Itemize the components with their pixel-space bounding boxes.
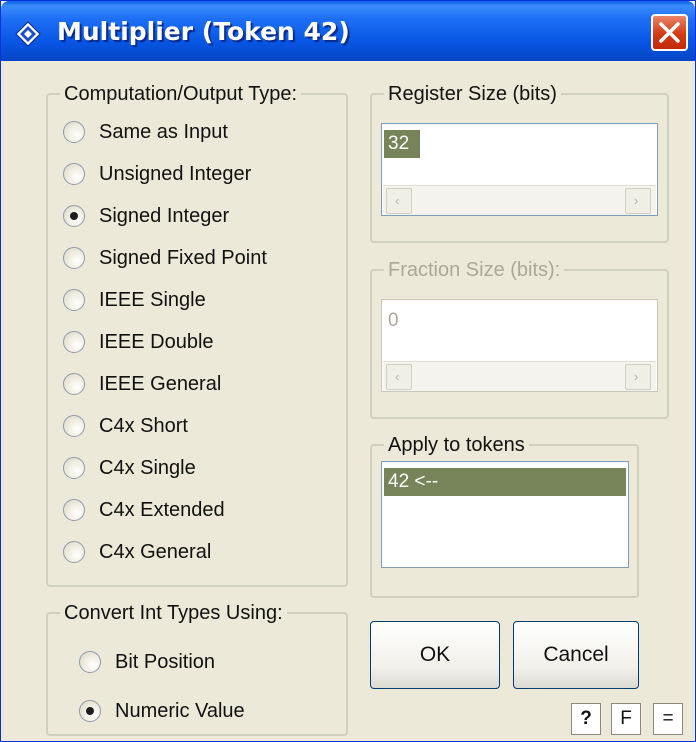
chevron-left-icon: ‹ xyxy=(395,193,400,208)
fraction-size-hscrollbar: ‹ › xyxy=(383,361,656,391)
computation-type-radio-label: C4x Single xyxy=(99,456,196,479)
computation-type-radio[interactable]: IEEE General xyxy=(63,369,221,399)
computation-type-radio-label: Signed Fixed Point xyxy=(99,246,267,269)
computation-type-radio[interactable]: C4x Extended xyxy=(63,495,225,525)
computation-type-radio[interactable]: Same as Input xyxy=(63,117,228,147)
computation-type-radio[interactable]: Signed Fixed Point xyxy=(63,243,267,273)
radio-unselected-icon[interactable] xyxy=(63,373,85,395)
convert-int-radio-label: Numeric Value xyxy=(115,699,245,722)
token-list-item[interactable]: 42 <-- xyxy=(384,468,626,496)
register-size-legend: Register Size (bits) xyxy=(388,83,557,105)
radio-unselected-icon[interactable] xyxy=(63,457,85,479)
radio-unselected-icon[interactable] xyxy=(63,121,85,143)
computation-type-legend: Computation/Output Type: xyxy=(64,83,298,105)
fraction-size-legend: Fraction Size (bits): xyxy=(388,259,561,281)
scroll-left-button: ‹ xyxy=(386,364,412,390)
convert-int-radio-label: Bit Position xyxy=(115,650,216,673)
convert-int-radio[interactable]: Numeric Value xyxy=(79,696,245,726)
computation-type-radio-label: C4x General xyxy=(99,540,212,563)
radio-unselected-icon[interactable] xyxy=(63,163,85,185)
close-button[interactable] xyxy=(651,14,688,51)
computation-type-radio-label: C4x Short xyxy=(99,414,188,437)
computation-type-radio-label: Signed Integer xyxy=(99,204,230,227)
register-size-value[interactable]: 32 xyxy=(384,130,420,158)
window-title: Multiplier (Token 42) xyxy=(57,17,350,46)
radio-unselected-icon[interactable] xyxy=(79,651,101,673)
ok-button[interactable]: OK xyxy=(370,621,500,689)
apply-tokens-list[interactable]: 42 <-- xyxy=(381,461,629,568)
radio-unselected-icon[interactable] xyxy=(63,499,85,521)
radio-selected-icon[interactable] xyxy=(63,205,85,227)
close-icon xyxy=(659,22,680,43)
radio-unselected-icon[interactable] xyxy=(63,541,85,563)
scroll-right-button: › xyxy=(625,364,651,390)
convert-int-legend: Convert Int Types Using: xyxy=(64,602,283,624)
radio-unselected-icon[interactable] xyxy=(63,331,85,353)
scroll-right-button[interactable]: › xyxy=(625,188,651,214)
equals-button[interactable]: = xyxy=(653,703,683,735)
dialog-window: Multiplier (Token 42) Computation/Output… xyxy=(0,0,696,742)
computation-type-radio-label: IEEE Single xyxy=(99,288,206,311)
radio-unselected-icon[interactable] xyxy=(63,247,85,269)
computation-type-radio[interactable]: C4x Short xyxy=(63,411,188,441)
cancel-button[interactable]: Cancel xyxy=(513,621,639,689)
register-size-list[interactable]: 32 ‹ › xyxy=(381,123,658,216)
scroll-left-button[interactable]: ‹ xyxy=(386,188,412,214)
radio-unselected-icon[interactable] xyxy=(63,415,85,437)
computation-type-radio[interactable]: C4x General xyxy=(63,537,211,567)
computation-type-radio-label: Same as Input xyxy=(99,120,228,143)
computation-type-radio-label: C4x Extended xyxy=(99,498,225,521)
computation-type-radio[interactable]: Unsigned Integer xyxy=(63,159,251,189)
apply-tokens-legend: Apply to tokens xyxy=(388,434,525,456)
help-button[interactable]: ? xyxy=(571,703,601,735)
computation-type-radio-label: Unsigned Integer xyxy=(99,162,252,185)
chevron-left-icon: ‹ xyxy=(395,369,400,384)
chevron-right-icon: › xyxy=(634,193,639,208)
computation-type-radio[interactable]: IEEE Double xyxy=(63,327,214,357)
fraction-size-value: 0 xyxy=(388,310,399,331)
app-diamond-icon xyxy=(15,21,41,47)
fraction-size-list: 0 ‹ › xyxy=(381,299,658,392)
convert-int-radio[interactable]: Bit Position xyxy=(79,647,215,677)
computation-type-radio[interactable]: IEEE Single xyxy=(63,285,206,315)
title-bar[interactable]: Multiplier (Token 42) xyxy=(1,1,695,61)
register-size-hscrollbar[interactable]: ‹ › xyxy=(383,185,656,215)
chevron-right-icon: › xyxy=(634,369,639,384)
radio-unselected-icon[interactable] xyxy=(63,289,85,311)
computation-type-radio-label: IEEE Double xyxy=(99,330,214,353)
f-button[interactable]: F xyxy=(611,703,641,735)
computation-type-radio[interactable]: Signed Integer xyxy=(63,201,229,231)
radio-selected-icon[interactable] xyxy=(79,700,101,722)
computation-type-radio-label: IEEE General xyxy=(99,372,222,395)
computation-type-radio[interactable]: C4x Single xyxy=(63,453,196,483)
